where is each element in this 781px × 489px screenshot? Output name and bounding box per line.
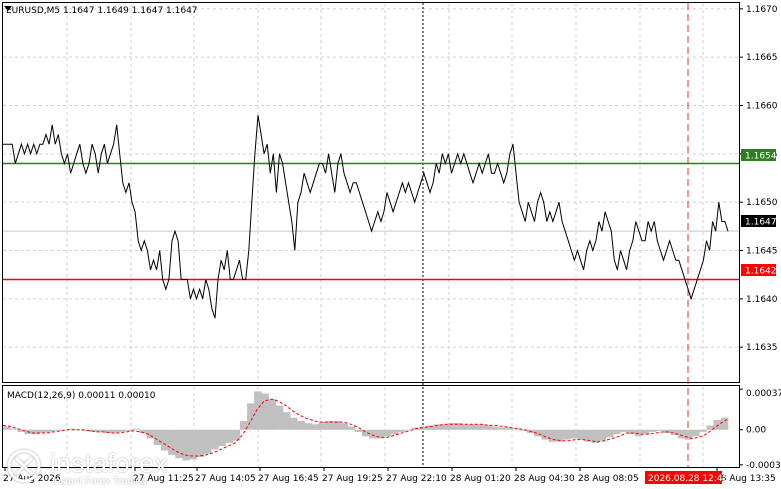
resistance-price-label: 1.1654 — [745, 152, 777, 162]
macd-tick-label: 0.00037 — [746, 389, 781, 399]
chart-canvas: EURUSD,M5 1.1647 1.1649 1.1647 1.1647 MA… — [2, 2, 781, 484]
macd-bar — [720, 417, 729, 430]
instaforex-logo-icon — [7, 449, 41, 483]
time-tick-label: 27 Aug 14:05 — [195, 474, 256, 484]
macd-bar — [699, 429, 707, 432]
price-tick-label: 1.1635 — [746, 343, 778, 353]
macd-bar — [397, 429, 406, 432]
macd-bar — [225, 429, 233, 443]
macd-bar — [634, 429, 643, 437]
time-tick-label: 28 Aug 04:30 — [514, 474, 575, 484]
highlighted-time-label: 2026.08.28 12:45 — [648, 474, 728, 484]
price-tick-label: 1.1640 — [746, 295, 778, 305]
macd-bar — [469, 424, 478, 430]
support-price-label: 1.1642 — [745, 267, 777, 277]
macd-bar — [462, 424, 470, 430]
macd-bar — [304, 423, 312, 430]
macd-bar — [275, 405, 284, 430]
macd-bar — [613, 429, 621, 435]
instaforex-logo: instaforex Instant Forex Trading — [6, 448, 196, 487]
macd-bar — [117, 429, 126, 432]
macd-bar — [218, 429, 226, 447]
macd-bar — [268, 399, 277, 430]
current-price-label: 1.1647 — [745, 218, 777, 228]
macd-bar — [656, 429, 664, 431]
macd-bar — [153, 429, 162, 445]
macd-bar — [46, 429, 54, 432]
macd-axis: 0.00037 0.00 -0.00032 — [739, 388, 781, 471]
macd-bar — [577, 429, 585, 440]
macd-tick-label: -0.00032 — [746, 461, 781, 471]
macd-bar — [498, 427, 506, 430]
time-tick-label: 28 Aug 01:20 — [450, 474, 511, 484]
macd-bar — [483, 425, 492, 430]
macd-bar — [261, 393, 269, 430]
macd-bar — [369, 429, 377, 439]
macd-bar — [3, 426, 11, 430]
macd-bar — [10, 428, 18, 430]
macd-bar — [247, 403, 255, 430]
macd-bar — [318, 422, 327, 430]
time-tick-label: 27 Aug 19:25 — [322, 474, 383, 484]
macd-bar — [354, 429, 363, 432]
macd-bar — [620, 429, 628, 432]
macd-bar — [254, 391, 262, 430]
price-tick-label: 1.1665 — [746, 53, 778, 63]
instaforex-tagline: Instant Forex Trading — [52, 476, 147, 487]
instaforex-brand: instaforex — [50, 448, 168, 478]
macd-bar — [598, 429, 607, 441]
macd-bar — [290, 417, 298, 430]
macd-bar — [204, 429, 212, 454]
macd-bar — [677, 429, 686, 439]
macd-bar — [383, 429, 391, 437]
macd-bar — [476, 424, 485, 430]
macd-bar — [570, 429, 578, 439]
time-tick-label: 27 Aug 16:45 — [258, 474, 319, 484]
macd-title: MACD(12,26,9) 0.00011 0.00010 — [7, 391, 156, 401]
macd-bar — [132, 428, 140, 430]
macd-bar — [606, 429, 614, 438]
macd-bar — [491, 426, 499, 430]
price-tick-label: 1.1660 — [746, 102, 778, 112]
macd-tick-label: 0.00 — [746, 426, 766, 436]
macd-bar — [211, 429, 219, 450]
price-panel — [2, 2, 740, 383]
macd-bar — [283, 412, 291, 430]
macd-bar — [196, 429, 205, 458]
price-tick-label: 1.1650 — [746, 198, 778, 208]
time-tick-label: 27 Aug 22:10 — [386, 474, 447, 484]
macd-bar — [390, 429, 399, 435]
price-tick-label: 1.1645 — [746, 247, 778, 257]
macd-bar — [340, 423, 348, 430]
time-tick-label: 28 Aug 08:05 — [578, 474, 639, 484]
price-axis: 1.16701.16651.16601.16551.16501.16451.16… — [739, 5, 778, 353]
macd-bar — [297, 421, 305, 430]
macd-bar — [347, 426, 356, 430]
macd-bar — [663, 429, 671, 433]
price-tick-label: 1.1670 — [746, 5, 778, 15]
macd-bar — [562, 429, 571, 440]
macd-bar — [649, 429, 657, 432]
macd-bar — [641, 429, 650, 435]
macd-bar — [426, 425, 434, 430]
macd-bar — [692, 429, 700, 437]
macd-bar — [311, 424, 320, 430]
price-chart-title: EURUSD,M5 1.1647 1.1649 1.1647 1.1647 — [6, 6, 198, 16]
